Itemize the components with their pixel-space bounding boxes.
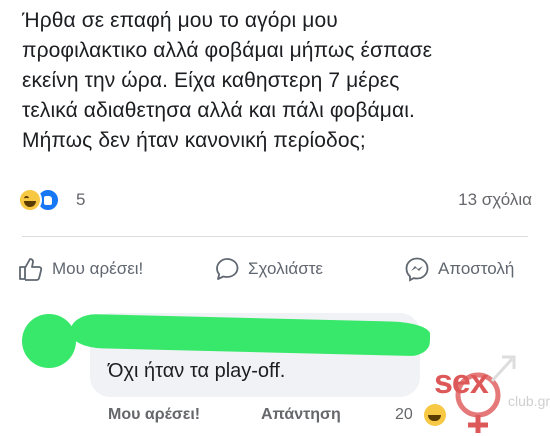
watermark-logo: sex club.gr — [430, 335, 550, 435]
comment-label: Σχολιάστε — [248, 259, 323, 278]
post-line: εκείνη την ώρα. Είχα καθηστερη 7 μέρες — [22, 69, 400, 92]
comment-like-button[interactable]: Μου αρέσει! — [108, 406, 200, 424]
reactions-summary[interactable]: 5 13 σχόλια — [18, 186, 532, 214]
comment-button[interactable]: Σχολιάστε — [214, 252, 323, 286]
post-text: Ήρθα σε επαφή μου το αγόρι μου προφιλακτ… — [22, 6, 532, 156]
post-line: Μήπως δεν ήταν κανονική περίοδος; — [22, 129, 366, 152]
comment-text: Όχι ήταν τα play-off. — [108, 360, 286, 382]
watermark-text: sex — [434, 363, 489, 401]
send-button[interactable]: Αποστολή — [404, 252, 514, 286]
comments-count[interactable]: 13 σχόλια — [458, 190, 532, 210]
like-button[interactable]: Μου αρέσει! — [18, 252, 143, 286]
divider — [22, 236, 528, 237]
messenger-icon — [405, 257, 429, 282]
comment-reaction-count[interactable]: 20 — [395, 406, 413, 424]
haha-icon — [18, 188, 42, 212]
post-actions: Μου αρέσει! Σχολιάστε Αποστολή — [18, 252, 532, 286]
post-line: Ήρθα σε επαφή μου το αγόρι μου — [22, 9, 338, 32]
watermark-suffix: club.gr — [508, 393, 550, 409]
comment-reply-button[interactable]: Απάντηση — [261, 406, 341, 424]
reaction-count[interactable]: 5 — [76, 190, 85, 210]
commenter-avatar[interactable] — [22, 314, 76, 368]
speech-bubble-icon — [216, 258, 239, 280]
send-label: Αποστολή — [438, 259, 515, 278]
post-line: τελικά αδιαθετησα αλλά και πάλι φοβάμαι. — [22, 99, 415, 122]
post-line: προφιλακτικο αλλά φοβάμαι μήπως έσπασε — [22, 39, 433, 62]
like-label: Μου αρέσει! — [52, 259, 144, 278]
thumbs-up-icon — [19, 258, 43, 281]
